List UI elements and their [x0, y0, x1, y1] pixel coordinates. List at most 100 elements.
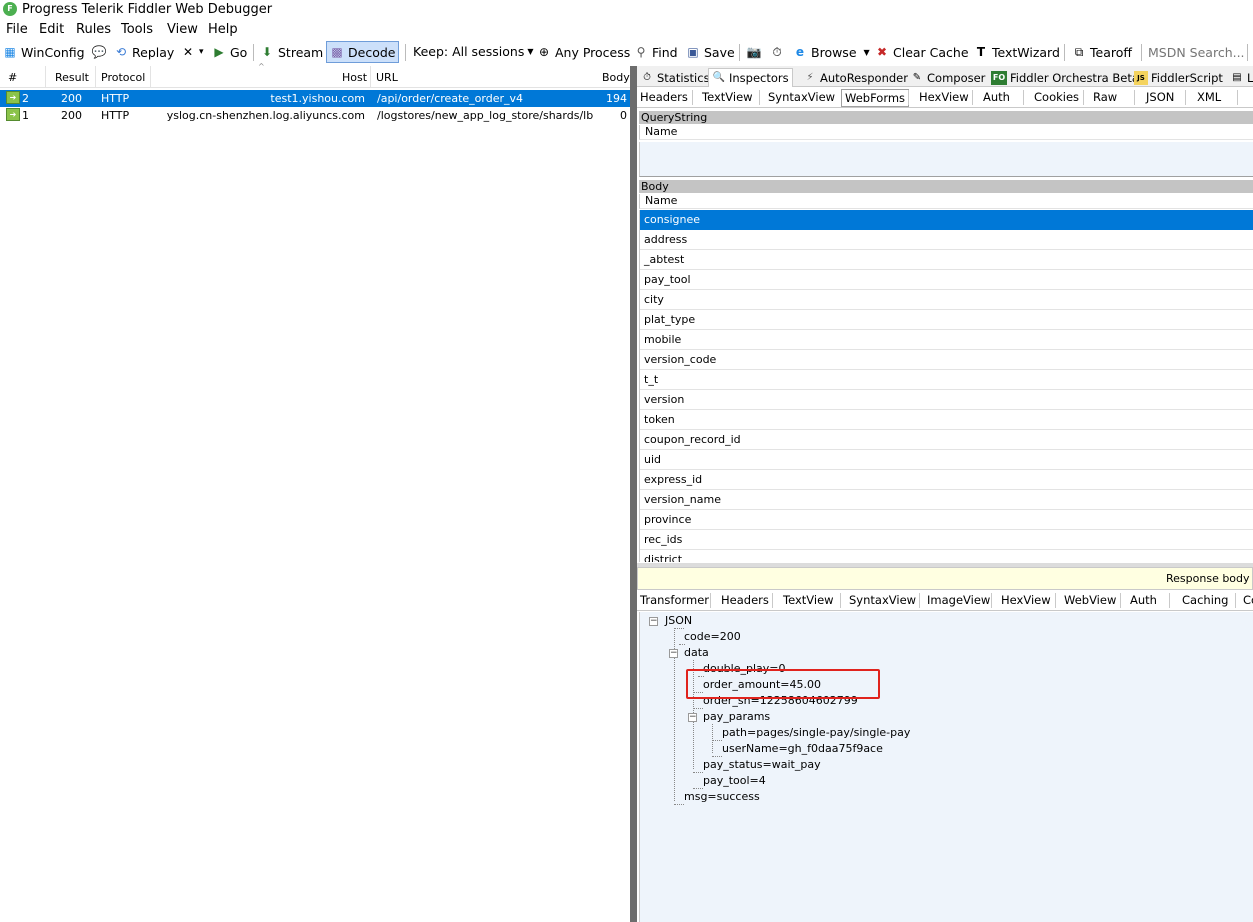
col-header-host[interactable]: Host	[342, 71, 367, 84]
menu-tools[interactable]: Tools	[121, 22, 153, 37]
save-button[interactable]: ▣ Save	[685, 44, 735, 60]
req-tab-hexview[interactable]: HexView	[916, 89, 972, 107]
body-field-row[interactable]: coupon_record_id	[640, 430, 1253, 450]
body-field-row[interactable]: version	[640, 390, 1253, 410]
resp-tab-syntaxview[interactable]: SyntaxView	[846, 592, 919, 610]
menu-file[interactable]: File	[6, 22, 28, 37]
body-name-column[interactable]: Name	[639, 194, 1253, 209]
body-field-row[interactable]: token	[640, 410, 1253, 430]
tree-node-username[interactable]: userName=gh_f0daa75f9ace	[722, 742, 883, 755]
resp-tab-auth[interactable]: Auth	[1127, 592, 1160, 610]
tab-log[interactable]: ▤ L	[1227, 68, 1253, 87]
screenshot-button[interactable]: 📷	[746, 44, 762, 60]
collapse-json-toggle[interactable]: −	[649, 617, 658, 626]
resp-tab-webview[interactable]: WebView	[1061, 592, 1119, 610]
decode-button[interactable]: ▩ Decode	[326, 41, 399, 63]
stream-button[interactable]: ⬇ Stream	[259, 44, 323, 60]
menu-help[interactable]: Help	[208, 22, 238, 37]
go-button[interactable]: ▶ Go	[211, 44, 247, 60]
any-process-label: Any Process	[555, 44, 631, 60]
col-header-body[interactable]: Body	[602, 71, 630, 84]
resp-tab-headers[interactable]: Headers	[718, 592, 772, 610]
resp-tab-cookies[interactable]: Co	[1240, 592, 1253, 610]
vertical-splitter[interactable]	[630, 66, 637, 922]
col-header-number[interactable]: #	[8, 71, 17, 84]
body-field-row[interactable]: consignee	[640, 210, 1253, 230]
body-field-row[interactable]: express_id	[640, 470, 1253, 490]
req-tab-textview[interactable]: TextView	[699, 89, 756, 107]
menu-edit[interactable]: Edit	[39, 22, 64, 37]
resp-tab-transformer[interactable]: Transformer	[637, 592, 712, 610]
body-field-row[interactable]: city	[640, 290, 1253, 310]
timer-button[interactable]: ⏱	[769, 44, 785, 60]
session-row[interactable]: ➔ 1 200 HTTP yslog.cn-shenzhen.log.aliyu…	[0, 107, 630, 124]
remove-button[interactable]: ✕ ▾	[180, 44, 204, 60]
log-icon: ▤	[1232, 71, 1242, 83]
msdn-search-input[interactable]	[1145, 43, 1245, 62]
tree-node-pay-status[interactable]: pay_status=wait_pay	[703, 758, 821, 771]
body-field-row[interactable]: t_t	[640, 370, 1253, 390]
req-tab-auth[interactable]: Auth	[980, 89, 1013, 107]
keep-sessions-dropdown[interactable]: Keep: All sessions ▼	[413, 44, 533, 59]
session-row[interactable]: ➔ 2 200 HTTP test1.yishou.com /api/order…	[0, 90, 630, 107]
comment-button[interactable]: 💬	[91, 44, 107, 60]
tree-node-pay-tool[interactable]: pay_tool=4	[703, 774, 766, 787]
find-button[interactable]: ⚲ Find	[633, 44, 678, 60]
body-field-row[interactable]: version_code	[640, 350, 1253, 370]
col-header-protocol[interactable]: Protocol	[101, 71, 145, 84]
querystring-name-column[interactable]: Name	[639, 125, 1253, 140]
tree-node-json[interactable]: JSON	[665, 614, 692, 627]
body-field-row[interactable]: mobile	[640, 330, 1253, 350]
body-field-row[interactable]: address	[640, 230, 1253, 250]
tree-node-msg[interactable]: msg=success	[684, 790, 760, 803]
tab-composer[interactable]: ✎ Composer	[907, 68, 988, 87]
tab-inspectors[interactable]: 🔍 Inspectors	[708, 68, 793, 87]
collapse-pay-params-toggle[interactable]: −	[688, 713, 697, 722]
body-field-row[interactable]: plat_type	[640, 310, 1253, 330]
menu-view[interactable]: View	[167, 22, 198, 37]
tree-node-code[interactable]: code=200	[684, 630, 741, 643]
any-process-button[interactable]: ⊕ Any Process	[536, 44, 630, 60]
tab-autoresponder[interactable]: ⚡ AutoResponder	[800, 68, 911, 87]
response-warning-bar[interactable]: Response body is	[637, 567, 1253, 606]
resp-tab-caching[interactable]: Caching	[1179, 592, 1231, 610]
save-label: Save	[704, 44, 735, 60]
textwizard-button[interactable]: T TextWizard	[973, 44, 1060, 60]
col-header-url[interactable]: URL	[376, 71, 398, 84]
body-field-row[interactable]: pay_tool	[640, 270, 1253, 290]
clear-cache-button[interactable]: ✖ Clear Cache	[874, 44, 969, 60]
replay-button[interactable]: ⟲ Replay	[113, 44, 174, 60]
body-field-row[interactable]: uid	[640, 450, 1253, 470]
req-tab-headers[interactable]: Headers	[637, 89, 691, 107]
resp-tab-imageview[interactable]: ImageView	[924, 592, 993, 610]
req-tab-raw[interactable]: Raw	[1090, 89, 1120, 107]
tree-node-path[interactable]: path=pages/single-pay/single-pay	[722, 726, 910, 739]
crosshair-icon: ⊕	[538, 45, 550, 59]
resp-tab-hexview[interactable]: HexView	[998, 592, 1054, 610]
body-field-row[interactable]: district	[640, 550, 1253, 562]
tab-fiddler-orchestra[interactable]: FO Fiddler Orchestra Beta	[988, 68, 1142, 87]
body-field-row[interactable]: version_name	[640, 490, 1253, 510]
collapse-data-toggle[interactable]: −	[669, 649, 678, 658]
req-tab-xml[interactable]: XML	[1194, 89, 1224, 107]
menu-rules[interactable]: Rules	[76, 22, 111, 37]
tearoff-window-icon: ⧉	[1074, 45, 1084, 59]
req-tab-syntaxview[interactable]: SyntaxView	[765, 89, 838, 107]
req-tab-json[interactable]: JSON	[1143, 89, 1177, 107]
tree-node-pay-params[interactable]: pay_params	[703, 710, 770, 723]
req-tab-cookies[interactable]: Cookies	[1031, 89, 1082, 107]
tab-statistics[interactable]: ⏱ Statistics	[637, 68, 713, 87]
tab-fiddlerscript[interactable]: JS FiddlerScript	[1131, 68, 1226, 87]
body-field-row[interactable]: _abtest	[640, 250, 1253, 270]
body-field-row[interactable]: rec_ids	[640, 530, 1253, 550]
browse-button[interactable]: e Browse ▼	[792, 44, 870, 60]
body-field-row[interactable]: province	[640, 510, 1253, 530]
resp-tab-textview[interactable]: TextView	[780, 592, 837, 610]
tree-node-data[interactable]: data	[684, 646, 709, 659]
winconfig-button[interactable]: ▦ WinConfig	[2, 44, 84, 60]
col-header-result[interactable]: Result	[55, 71, 89, 84]
toolbar: ▦ WinConfig 💬 ⟲ Replay ✕ ▾ ▶ Go ⬇ Stream…	[0, 40, 1253, 65]
body-fields-table: consignee address _abtest pay_tool city …	[639, 210, 1253, 562]
req-tab-webforms[interactable]: WebForms	[841, 89, 910, 107]
tearoff-button[interactable]: ⧉ Tearoff	[1071, 44, 1132, 60]
